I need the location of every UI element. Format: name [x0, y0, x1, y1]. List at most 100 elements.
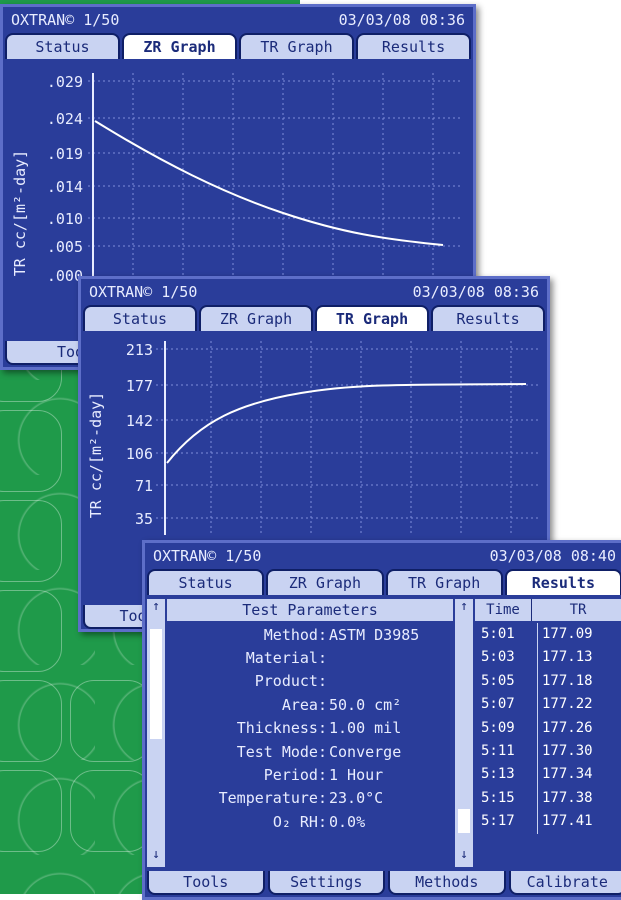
y-tick-label: 142 [126, 412, 153, 430]
y-tick-label: 35 [135, 510, 153, 528]
settings-button[interactable]: Settings [268, 871, 386, 895]
param-label: Area: [167, 696, 327, 714]
param-row: Period:1 Hour [167, 763, 453, 786]
datetime: 03/03/08 08:40 [490, 547, 616, 565]
tab-results[interactable]: Results [505, 569, 621, 595]
table-cell-tr: 177.34 [542, 763, 621, 786]
tab-status[interactable]: Status [147, 569, 264, 595]
table-cell-tr: 177.26 [542, 717, 621, 740]
table-cell-tr: 177.09 [542, 623, 621, 646]
decor-tile [0, 590, 62, 672]
results-screen: OXTRAN© 1/50 03/03/08 08:40 Status ZR Gr… [142, 540, 621, 900]
param-label: Material: [167, 649, 327, 667]
param-value: 50.0 cm² [327, 696, 401, 714]
tab-bar: Status ZR Graph TR Graph Results [3, 33, 473, 59]
column-header-time: Time [475, 599, 531, 621]
scroll-down-arrow-icon[interactable]: ↓ [455, 847, 473, 867]
table-cell-time: 5:13 [481, 763, 537, 786]
tab-zr-graph[interactable]: ZR Graph [122, 33, 237, 59]
datetime: 03/03/08 08:36 [339, 11, 465, 29]
y-tick-label: 177 [126, 377, 153, 395]
table-cell-tr: 177.30 [542, 740, 621, 763]
status-bar: OXTRAN© 1/50 03/03/08 08:36 [3, 7, 473, 33]
y-tick-label: .029 [47, 73, 83, 91]
param-value: 1 Hour [327, 766, 383, 784]
scroll-thumb[interactable] [150, 629, 162, 739]
results-scrollbar[interactable]: ↑ ↓ [455, 599, 473, 867]
decor-tile [0, 500, 62, 582]
bottom-bar: Tools Settings Methods Calibrate [145, 871, 621, 895]
y-tick-label: 71 [135, 477, 153, 495]
tr-curve [167, 384, 526, 463]
tab-status[interactable]: Status [83, 305, 197, 331]
tab-status[interactable]: Status [5, 33, 120, 59]
decor-tile [70, 770, 152, 852]
tab-bar: Status ZR Graph TR Graph Results [145, 569, 621, 595]
param-row: O₂ RH:0.0% [167, 810, 453, 833]
tab-zr-graph[interactable]: ZR Graph [266, 569, 383, 595]
scroll-up-arrow-icon[interactable]: ↑ [455, 599, 473, 619]
y-tick-label: .010 [47, 210, 83, 228]
test-parameters-panel: Test Parameters Method:ASTM D3985 Materi… [167, 599, 453, 867]
tab-tr-graph[interactable]: TR Graph [386, 569, 503, 595]
param-label: Thickness: [167, 719, 327, 737]
param-row: Area:50.0 cm² [167, 693, 453, 716]
param-row: Thickness:1.00 mil [167, 717, 453, 740]
y-tick-label: 106 [126, 445, 153, 463]
param-value: 23.0°C [327, 789, 383, 807]
param-value: ASTM D3985 [327, 626, 419, 644]
table-cell-time: 5:03 [481, 646, 537, 669]
y-tick-label: .024 [47, 110, 83, 128]
methods-button[interactable]: Methods [388, 871, 506, 895]
y-tick-label: .019 [47, 145, 83, 163]
scroll-thumb[interactable] [458, 809, 470, 833]
scroll-down-arrow-icon[interactable]: ↓ [147, 847, 165, 867]
table-cell-time: 5:11 [481, 740, 537, 763]
param-label: O₂ RH: [167, 813, 327, 831]
grid [88, 73, 463, 278]
y-axis-label: TR cc/[m²-day] [11, 150, 29, 276]
param-label: Product: [167, 672, 327, 690]
param-label: Temperature: [167, 789, 327, 807]
param-label: Test Mode: [167, 743, 327, 761]
param-row: Product: [167, 670, 453, 693]
panel-title: Test Parameters [167, 599, 453, 621]
zr-curve [95, 121, 443, 245]
table-cell-tr: 177.38 [542, 787, 621, 810]
calibrate-button[interactable]: Calibrate [509, 871, 621, 895]
table-header: Time TR [475, 599, 621, 621]
table-cell-tr: 177.13 [542, 646, 621, 669]
tab-results[interactable]: Results [431, 305, 545, 331]
param-label: Method: [167, 626, 327, 644]
y-tick-label: .005 [47, 238, 83, 256]
tab-bar: Status ZR Graph TR Graph Results [81, 305, 547, 331]
tab-tr-graph[interactable]: TR Graph [239, 33, 354, 59]
tab-results[interactable]: Results [356, 33, 471, 59]
y-axis-label: TR cc/[m²-day] [87, 392, 105, 518]
param-row: Method:ASTM D3985 [167, 623, 453, 646]
tools-button[interactable]: Tools [147, 871, 265, 895]
tab-zr-graph[interactable]: ZR Graph [199, 305, 313, 331]
column-header-tr: TR [532, 599, 621, 621]
param-label: Period: [167, 766, 327, 784]
scroll-up-arrow-icon[interactable]: ↑ [147, 599, 165, 619]
status-bar: OXTRAN© 1/50 03/03/08 08:36 [81, 279, 547, 305]
table-cell-time: 5:17 [481, 810, 537, 833]
param-value: 0.0% [327, 813, 365, 831]
param-row: Test Mode:Converge [167, 740, 453, 763]
table-cell-time: 5:15 [481, 787, 537, 810]
param-value: 1.00 mil [327, 719, 401, 737]
table-cell-tr: 177.41 [542, 810, 621, 833]
tr-column: 177.09 177.13 177.18 177.22 177.26 177.3… [538, 623, 621, 834]
time-column: 5:01 5:03 5:05 5:07 5:09 5:11 5:13 5:15 … [475, 623, 538, 834]
results-table: Time TR 5:01 5:03 5:05 5:07 5:09 5:11 5:… [475, 599, 621, 867]
y-tick-label: 213 [126, 341, 153, 359]
grid [156, 341, 541, 535]
param-row: Temperature:23.0°C [167, 787, 453, 810]
status-bar: OXTRAN© 1/50 03/03/08 08:40 [145, 543, 621, 569]
params-scrollbar[interactable]: ↑ ↓ [147, 599, 165, 867]
y-tick-label: .014 [47, 178, 83, 196]
instrument-id: OXTRAN© 1/50 [153, 547, 261, 565]
table-cell-time: 5:01 [481, 623, 537, 646]
tab-tr-graph[interactable]: TR Graph [315, 305, 429, 331]
